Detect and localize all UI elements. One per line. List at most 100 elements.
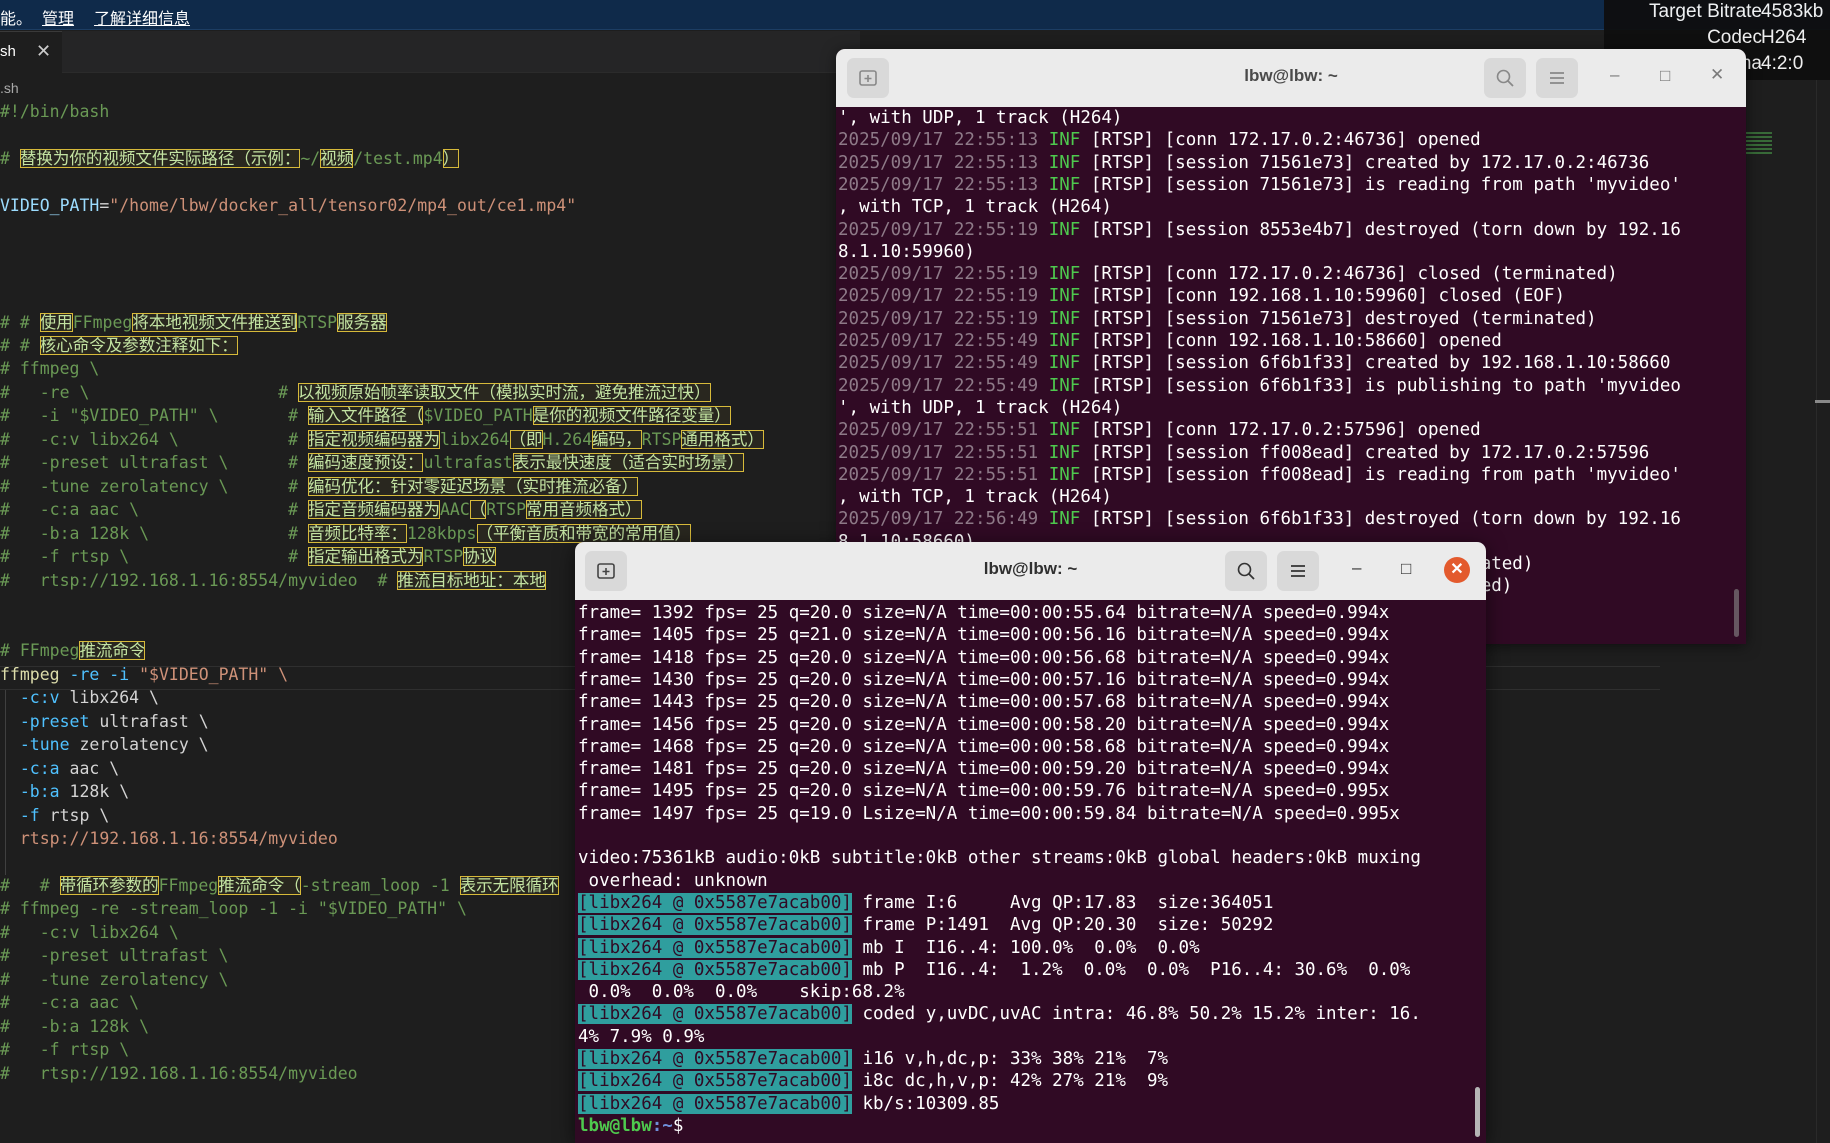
output-line: frame= 1468 fps= 25 q=20.0 size=N/A time… [578, 736, 1390, 757]
code-line[interactable]: # ffmpeg \ [0, 357, 99, 380]
search-button[interactable] [1225, 551, 1267, 591]
code-line[interactable]: # -re \ # 以视频原始帧率读取文件（模拟实时流，避免推流过快） [0, 381, 711, 404]
output-line: video:75361kB audio:0kB subtitle:0kB oth… [578, 848, 1421, 869]
log-line: 2025/09/17 22:56:49 INF [RTSP] [session … [838, 509, 1681, 530]
log-line: 8.1.10:59960) [838, 241, 975, 262]
output-line: [libx264 @ 0x5587e7acab00] i8c dc,h,v,p:… [578, 1071, 1169, 1092]
tab-label: sh [0, 43, 16, 60]
log-line: 2025/09/17 22:55:13 INF [RTSP] [session … [838, 152, 1650, 173]
code-line[interactable]: # -c:v libx264 \ # 指定视频编码器为libx264（即H.26… [0, 428, 764, 451]
output-line: frame= 1495 fps= 25 q=20.0 size=N/A time… [578, 781, 1390, 802]
editor-tab-script[interactable]: sh ✕ [0, 31, 62, 73]
maximize-icon[interactable]: □ [1660, 66, 1670, 86]
log-line: , with TCP, 1 track (H264) [838, 487, 1112, 508]
log-line: , with TCP, 1 track (H264) [838, 197, 1112, 218]
output-line: frame= 1456 fps= 25 q=20.0 size=N/A time… [578, 714, 1390, 735]
code-line[interactable]: -f rtsp \ [0, 804, 109, 827]
output-line: frame= 1392 fps= 25 q=20.0 size=N/A time… [578, 603, 1390, 623]
terminal-window-ffmpeg[interactable]: lbw@lbw: ~ – □ ✕ frame= 1392 fps= 25 q=2… [575, 542, 1486, 1143]
code-line[interactable]: # -f rtsp \ # 指定输出格式为RTSP协议 [0, 545, 497, 568]
search-icon [1237, 562, 1255, 580]
stat-label: Codec [1707, 27, 1762, 48]
menu-button[interactable] [1536, 58, 1578, 98]
code-line[interactable]: rtsp://192.168.1.16:8554/myvideo [0, 827, 338, 850]
terminal-titlebar[interactable]: lbw@lbw: ~ – □ ✕ [836, 49, 1746, 107]
log-line: ', with UDP, 1 track (H264) [838, 108, 1123, 128]
terminal-title: lbw@lbw: ~ [983, 559, 1078, 578]
output-line: frame= 1481 fps= 25 q=20.0 size=N/A time… [578, 759, 1390, 780]
log-line: 2025/09/17 22:55:13 INF [RTSP] [session … [838, 174, 1681, 195]
code-line[interactable]: # -i "$VIDEO_PATH" \ # 输入文件路径（$VIDEO_PAT… [0, 404, 731, 427]
code-line[interactable]: # # 带循环参数的FFmpeg推流命令（-stream_loop -1 表示无… [0, 874, 559, 897]
breadcrumb[interactable]: .sh [0, 80, 19, 96]
code-line[interactable]: # -preset ultrafast \ # 编码速度预设：ultrafast… [0, 451, 744, 474]
minimap[interactable] [1746, 132, 1772, 154]
scrollbar-thumb[interactable] [1734, 589, 1739, 637]
code-line[interactable]: -c:a aac \ [0, 757, 119, 780]
close-icon[interactable]: ✕ [1710, 65, 1724, 85]
output-line: [libx264 @ 0x5587e7acab00] coded y,uvDC,… [578, 1004, 1421, 1025]
code-line[interactable]: # rtsp://192.168.1.16:8554/myvideo [0, 1062, 358, 1085]
code-line[interactable]: -c:v libx264 \ [0, 686, 159, 709]
log-line: 2025/09/17 22:55:19 INF [RTSP] [session … [838, 308, 1597, 329]
manage-link[interactable]: 管理 [42, 5, 74, 29]
log-line: ', with UDP, 1 track (H264) [838, 397, 1123, 418]
code-line[interactable]: # -b:a 128k \ [0, 1015, 149, 1038]
code-line[interactable]: -preset ultrafast \ [0, 710, 209, 733]
code-line[interactable]: # -tune zerolatency \ # 编码优化：针对零延迟场景（实时推… [0, 475, 638, 498]
log-line: 2025/09/17 22:55:49 INF [RTSP] [session … [838, 353, 1671, 374]
stat-value: H264 [1761, 27, 1807, 48]
output-line: [libx264 @ 0x5587e7acab00] frame P:1491 … [578, 915, 1274, 936]
learn-more-link[interactable]: 了解详细信息 [94, 5, 190, 29]
stat-row: Codec H264 [1604, 27, 1830, 51]
code-line[interactable]: # 替换为你的视频文件实际路径（示例：~/视频/test.mp4） [0, 147, 460, 170]
output-line: frame= 1443 fps= 25 q=20.0 size=N/A time… [578, 692, 1390, 713]
log-line: 2025/09/17 22:55:13 INF [RTSP] [conn 172… [838, 130, 1481, 151]
output-line: [libx264 @ 0x5587e7acab00] i16 v,h,dc,p:… [578, 1049, 1169, 1069]
output-line: overhead: unknown [578, 870, 768, 891]
close-icon[interactable]: ✕ [36, 41, 51, 62]
notification-bar: 能。 管理 了解详细信息 [0, 0, 1830, 30]
code-line[interactable]: # FFmpeg推流命令 [0, 639, 146, 662]
menu-button[interactable] [1277, 551, 1319, 591]
code-line[interactable]: # -preset ultrafast \ [0, 944, 228, 967]
scrollbar-thumb[interactable] [1815, 400, 1830, 403]
log-line: 2025/09/17 22:55:49 INF [RTSP] [session … [838, 375, 1681, 396]
log-line: 2025/09/17 22:55:51 INF [RTSP] [session … [838, 464, 1681, 485]
code-line[interactable]: # -tune zerolatency \ [0, 968, 228, 991]
log-line: 2025/09/17 22:55:19 INF [RTSP] [conn 172… [838, 264, 1618, 285]
code-line[interactable]: # -c:a aac \ [0, 991, 139, 1014]
code-line[interactable]: ffmpeg -re -i "$VIDEO_PATH" \ [0, 663, 288, 686]
log-line: 2025/09/17 22:55:49 INF [RTSP] [conn 192… [838, 331, 1502, 351]
code-line[interactable]: -tune zerolatency \ [0, 733, 209, 756]
overview-ruler-border [1816, 70, 1817, 1143]
code-line[interactable]: VIDEO_PATH="/home/lbw/docker_all/tensor0… [0, 194, 576, 217]
hamburger-icon [1291, 565, 1305, 577]
stat-row: Target Bitrate 4583kb [1604, 1, 1830, 25]
code-line[interactable]: # -c:a aac \ # 指定音频编码器为AAC（RTSP常用音频格式） [0, 498, 642, 521]
code-line[interactable]: # ffmpeg -re -stream_loop -1 -i "$VIDEO_… [0, 897, 467, 920]
search-button[interactable] [1484, 58, 1526, 98]
code-line[interactable]: #!/bin/bash [0, 100, 109, 123]
minimize-icon[interactable]: – [1352, 558, 1361, 578]
code-line[interactable]: # -c:v libx264 \ [0, 921, 179, 944]
output-line: frame= 1430 fps= 25 q=20.0 size=N/A time… [578, 669, 1390, 690]
code-line[interactable]: -b:a 128k \ [0, 780, 129, 803]
code-line[interactable]: # -f rtsp \ [0, 1038, 129, 1061]
maximize-icon[interactable]: □ [1401, 559, 1411, 579]
code-line[interactable]: # # 使用FFmpeg将本地视频文件推送到RTSP服务器 [0, 311, 387, 334]
output-line: [libx264 @ 0x5587e7acab00] kb/s:10309.85 [578, 1093, 1000, 1114]
close-icon[interactable]: ✕ [1444, 557, 1470, 583]
output-line: frame= 1418 fps= 25 q=20.0 size=N/A time… [578, 647, 1390, 668]
terminal-titlebar[interactable]: lbw@lbw: ~ – □ ✕ [575, 542, 1486, 600]
scrollbar-thumb[interactable] [1475, 1087, 1480, 1137]
code-line[interactable]: # # 核心命令及参数注释如下： [0, 334, 238, 357]
log-line: 2025/09/17 22:55:19 INF [RTSP] [conn 192… [838, 286, 1565, 307]
output-line: [libx264 @ 0x5587e7acab00] mb I I16..4: … [578, 937, 1200, 958]
minimize-icon[interactable]: – [1610, 65, 1619, 85]
output-line: 4% 7.9% 0.9% [578, 1026, 705, 1047]
stat-value: 4583kb [1761, 1, 1824, 22]
code-line[interactable]: # rtsp://192.168.1.16:8554/myvideo # 推流目… [0, 569, 546, 592]
editor-tab-bar: sh ✕ [0, 31, 860, 73]
output-line: frame= 1405 fps= 25 q=21.0 size=N/A time… [578, 625, 1390, 646]
